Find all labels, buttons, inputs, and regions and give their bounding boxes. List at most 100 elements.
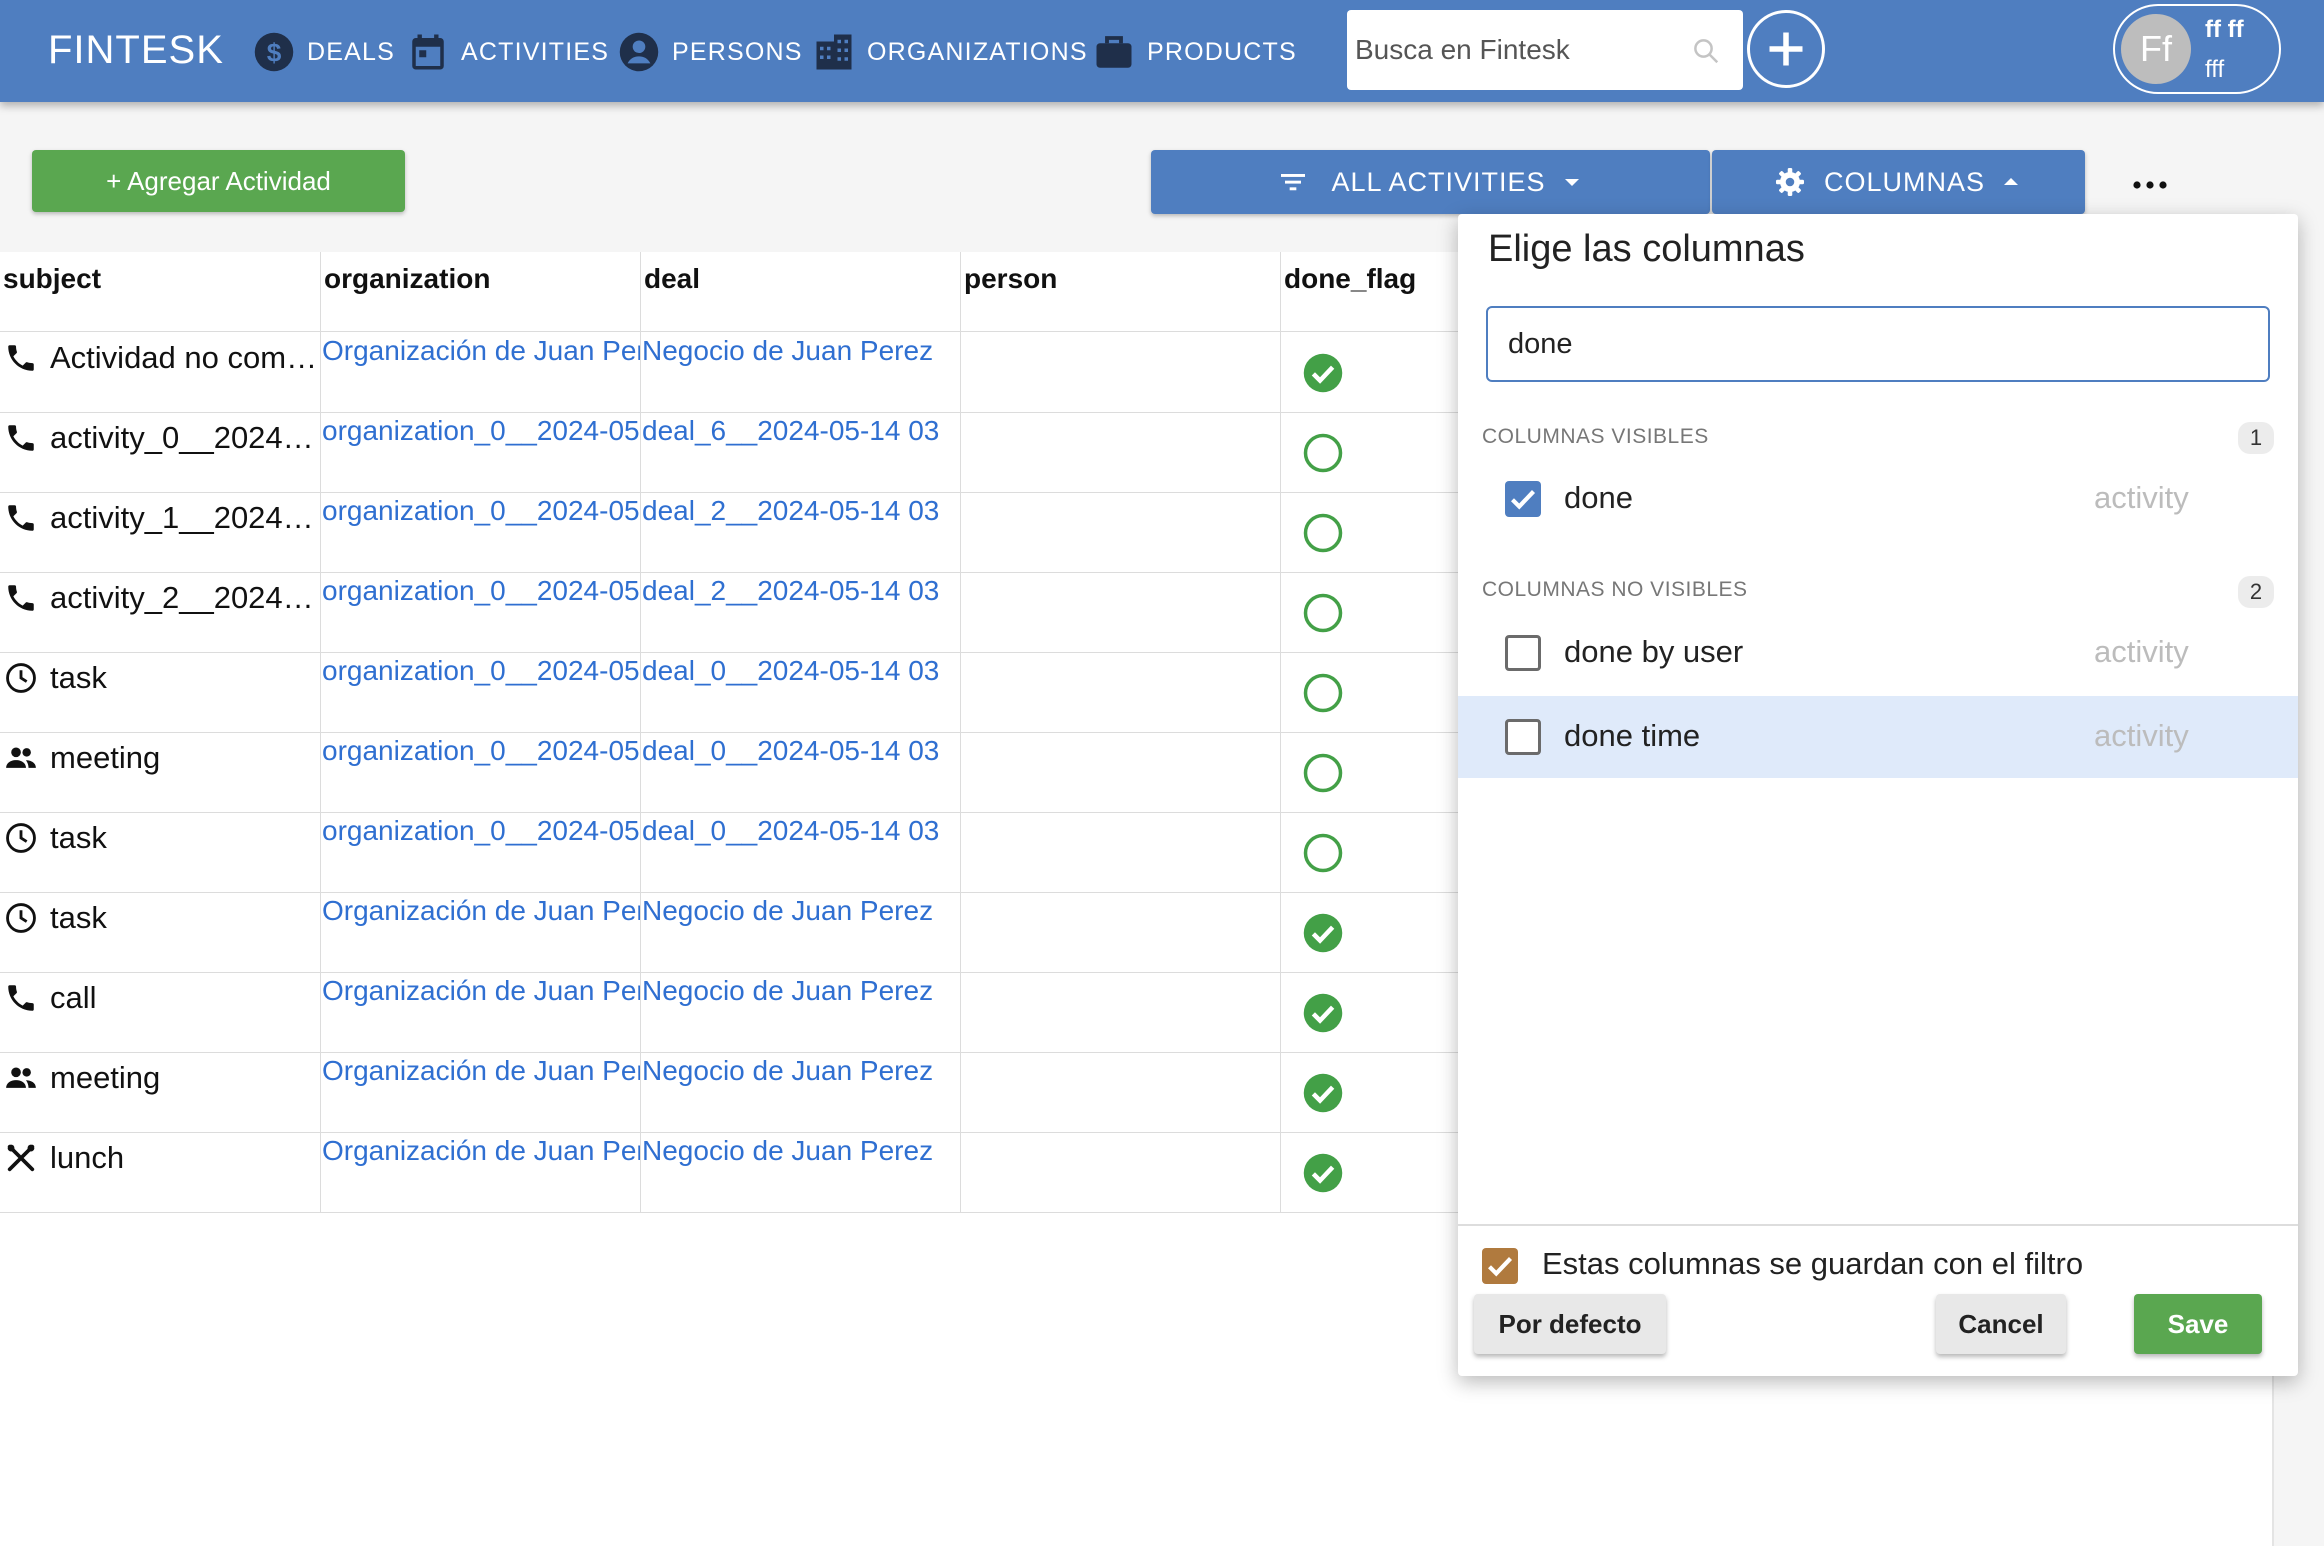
table-row[interactable]: call Organización de Juan Perez Negocio de… [0,972,1460,1053]
cell-subject[interactable]: task [0,652,321,732]
cell-done-flag[interactable] [1281,412,1461,492]
cell-done-flag[interactable] [1281,1052,1461,1132]
add-activity-button[interactable]: + Agregar Actividad [32,150,405,212]
person-link[interactable] [961,732,1280,734]
table-row[interactable]: activity_2__2024-05-14organization_0__20… [0,572,1460,653]
deal-link[interactable]: Negocio de Juan Perez [641,332,960,368]
checkbox-unchecked[interactable] [1505,635,1541,671]
cell-subject[interactable]: lunch [0,1132,321,1212]
nav-deals[interactable]: $ DEALS [253,24,395,80]
column-header-person[interactable]: person [961,252,1281,332]
column-option-done[interactable]: done activity [1458,458,2298,540]
cell-subject[interactable]: activity_2__2024-05-14 [0,572,321,652]
column-option-done-time[interactable]: done time activity [1458,696,2298,778]
person-link[interactable] [961,1052,1280,1054]
cell-done-flag[interactable] [1281,652,1461,732]
deal-link[interactable]: deal_0__2024-05-14 03 [641,732,960,768]
organization-link[interactable]: Organización de Juan Perez [321,972,640,1008]
table-row[interactable]: task Organización de Juan Perez Negocio de… [0,892,1460,973]
table-row[interactable]: activity_1__2024-05-14organization_0__20… [0,492,1460,573]
person-link[interactable] [961,812,1280,814]
deal-link[interactable]: deal_2__2024-05-14 03 [641,492,960,528]
person-link[interactable] [961,972,1280,974]
organization-link[interactable]: organization_0__2024-05-14 [321,812,640,848]
nav-persons[interactable]: PERSONS [618,24,803,80]
nav-activities[interactable]: ACTIVITIES [407,24,609,80]
cell-subject[interactable]: task [0,812,321,892]
cell-done-flag[interactable] [1281,732,1461,812]
deal-link[interactable]: Negocio de Juan Perez [641,1052,960,1088]
organization-link[interactable]: Organización de Juan Perez [321,1052,640,1088]
organization-link[interactable]: Organización de Juan Perez [321,892,640,928]
cell-done-flag[interactable] [1281,492,1461,572]
organization-link[interactable]: organization_0__2024-05-14 [321,412,640,448]
table-row[interactable]: activity_0__2024-05-14organization_0__20… [0,412,1460,493]
cell-subject[interactable]: activity_1__2024-05-14 [0,492,321,572]
deal-link[interactable]: deal_0__2024-05-14 03 [641,652,960,688]
filter-dropdown-button[interactable]: ALL ACTIVITIES [1151,150,1710,214]
columns-button[interactable]: COLUMNAS [1712,150,2085,214]
column-header-done-flag[interactable]: done_flag [1281,252,1481,332]
person-link[interactable] [961,572,1280,574]
cell-subject[interactable]: call [0,972,321,1052]
table-row[interactable]: meeting organization_0__2024-05-14deal_0_… [0,732,1460,813]
cell-subject[interactable]: Actividad no completada [0,332,321,412]
phone-icon [4,578,50,615]
search-icon[interactable] [1691,36,1721,66]
organization-link[interactable]: organization_0__2024-05-14 [321,492,640,528]
deal-link[interactable]: deal_2__2024-05-14 03 [641,572,960,608]
cell-done-flag[interactable] [1281,572,1461,652]
more-options-button[interactable] [2126,170,2174,200]
cell-done-flag[interactable] [1281,332,1461,412]
person-link[interactable] [961,892,1280,894]
save-button[interactable]: Save [2134,1294,2262,1354]
column-header-organization[interactable]: organization [321,252,641,332]
nav-organizations[interactable]: ORGANIZATIONS [813,24,1088,80]
default-button[interactable]: Por defecto [1474,1294,1666,1354]
cancel-button[interactable]: Cancel [1936,1294,2066,1354]
table-row[interactable]: task organization_0__2024-05-14deal_0__20… [0,812,1460,893]
deal-link[interactable]: deal_0__2024-05-14 03 [641,812,960,848]
column-header-subject[interactable]: subject [0,252,321,332]
save-with-filter-checkbox[interactable] [1482,1248,1518,1284]
app-brand[interactable]: FINTESK [48,26,224,74]
organization-link[interactable]: organization_0__2024-05-14 [321,732,640,768]
deal-link[interactable]: Negocio de Juan Perez [641,972,960,1008]
cell-subject[interactable]: activity_0__2024-05-14 [0,412,321,492]
cell-done-flag[interactable] [1281,1132,1461,1212]
checkbox-checked[interactable] [1505,481,1541,517]
organization-link[interactable]: Organización de Juan Perez [321,332,640,368]
add-new-button[interactable] [1747,10,1825,88]
column-search-input[interactable] [1486,306,2270,382]
organization-link[interactable]: Organización de Juan Perez [321,1132,640,1168]
organization-link[interactable]: organization_0__2024-05-14 [321,572,640,608]
cell-subject[interactable]: meeting [0,732,321,812]
cell-subject[interactable]: task [0,892,321,972]
more-horiz-icon [2132,180,2168,190]
table-row[interactable]: lunch Organización de Juan Perez Negocio d… [0,1132,1460,1213]
user-menu[interactable]: Ff ff ff fff [2113,4,2281,94]
table-row[interactable]: meeting Organización de Juan Perez Negocio… [0,1052,1460,1133]
table-row[interactable]: Actividad no completadaOrganización de J… [0,332,1460,413]
table-row[interactable]: task organization_0__2024-05-14deal_0__20… [0,652,1460,733]
cell-done-flag[interactable] [1281,892,1461,972]
checkbox-unchecked[interactable] [1505,719,1541,755]
column-option-done-by-user[interactable]: done by user activity [1458,612,2298,694]
organization-link[interactable]: organization_0__2024-05-14 [321,652,640,688]
person-link[interactable] [961,492,1280,494]
person-link[interactable] [961,412,1280,414]
cell-subject[interactable]: meeting [0,1052,321,1132]
search-input[interactable] [1353,26,1687,74]
person-link[interactable] [961,652,1280,654]
nav-products[interactable]: PRODUCTS [1093,24,1297,80]
person-link[interactable] [961,1132,1280,1134]
cell-done-flag[interactable] [1281,812,1461,892]
deal-link[interactable]: Negocio de Juan Perez [641,892,960,928]
deal-link[interactable]: deal_6__2024-05-14 03 [641,412,960,448]
plus-icon [1764,27,1808,71]
phone-icon [4,338,50,375]
column-header-deal[interactable]: deal [641,252,961,332]
deal-link[interactable]: Negocio de Juan Perez [641,1132,960,1168]
person-link[interactable] [961,332,1280,334]
cell-done-flag[interactable] [1281,972,1461,1052]
